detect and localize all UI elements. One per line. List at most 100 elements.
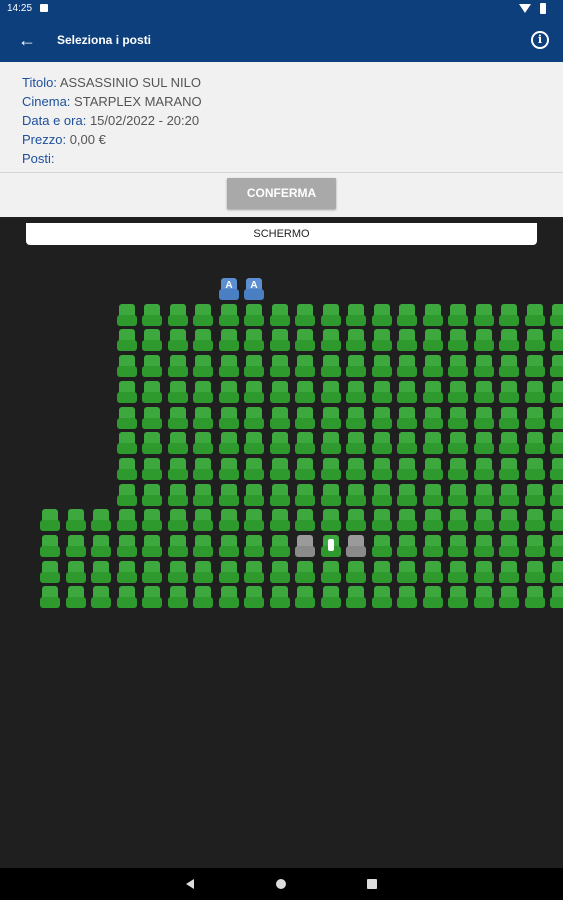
seat-available[interactable] <box>193 381 213 403</box>
seat-available[interactable] <box>448 509 468 531</box>
seat-available[interactable] <box>550 329 563 351</box>
seat-available[interactable] <box>499 432 519 454</box>
seat-available[interactable] <box>295 509 315 531</box>
seat-available[interactable] <box>142 407 162 429</box>
confirm-button[interactable]: CONFERMA <box>227 178 336 209</box>
seat-available[interactable] <box>66 535 86 557</box>
seat-available[interactable] <box>474 509 494 531</box>
seat-available[interactable] <box>423 484 443 506</box>
seat-available[interactable] <box>117 509 137 531</box>
seat-available[interactable] <box>193 458 213 480</box>
seat-available[interactable] <box>117 304 137 326</box>
seat-available[interactable] <box>525 304 545 326</box>
seat-available[interactable] <box>117 407 137 429</box>
seat-available[interactable] <box>295 432 315 454</box>
seat-available[interactable] <box>193 535 213 557</box>
seat-available[interactable] <box>168 355 188 377</box>
seat-available[interactable] <box>448 355 468 377</box>
seat-available[interactable] <box>423 329 443 351</box>
seat-available[interactable] <box>346 381 366 403</box>
seat-available[interactable] <box>295 407 315 429</box>
seat-available[interactable] <box>244 586 264 608</box>
seat-available[interactable] <box>91 509 111 531</box>
seat-available[interactable] <box>397 561 417 583</box>
seat-available[interactable] <box>397 355 417 377</box>
seat-available[interactable] <box>321 432 341 454</box>
seat-available[interactable] <box>372 561 392 583</box>
seat-available[interactable] <box>321 381 341 403</box>
seat-available[interactable] <box>372 458 392 480</box>
seat-available[interactable] <box>550 458 563 480</box>
seat-available[interactable] <box>193 509 213 531</box>
seat-available[interactable] <box>474 458 494 480</box>
seat-available[interactable] <box>372 432 392 454</box>
seat-available[interactable] <box>321 355 341 377</box>
seat-available[interactable] <box>117 329 137 351</box>
seat-available[interactable] <box>219 561 239 583</box>
seat-available[interactable] <box>193 586 213 608</box>
seat-available[interactable] <box>550 304 563 326</box>
seat-available[interactable] <box>270 355 290 377</box>
seat-available[interactable] <box>321 304 341 326</box>
seat-available[interactable] <box>270 329 290 351</box>
seat-available[interactable] <box>66 586 86 608</box>
seat-available[interactable] <box>474 484 494 506</box>
seat-available[interactable] <box>499 458 519 480</box>
seat-available[interactable] <box>397 535 417 557</box>
seat-available[interactable] <box>448 381 468 403</box>
seat-available[interactable] <box>244 407 264 429</box>
seat-available[interactable] <box>525 535 545 557</box>
seat-available[interactable] <box>372 329 392 351</box>
seat-available[interactable] <box>142 484 162 506</box>
seat-available[interactable] <box>499 329 519 351</box>
seat-available[interactable] <box>91 586 111 608</box>
seat-available[interactable] <box>142 304 162 326</box>
seat-available[interactable] <box>91 561 111 583</box>
seat-available[interactable] <box>525 329 545 351</box>
seat-available[interactable] <box>244 458 264 480</box>
seat-available[interactable] <box>372 304 392 326</box>
seat-available[interactable] <box>525 407 545 429</box>
seat-available[interactable] <box>142 381 162 403</box>
seat-available[interactable] <box>372 355 392 377</box>
seat-available[interactable] <box>448 535 468 557</box>
seat-available[interactable] <box>550 509 563 531</box>
seat-available[interactable] <box>142 586 162 608</box>
seat-available[interactable] <box>346 304 366 326</box>
seat-available[interactable] <box>474 535 494 557</box>
seat-available[interactable] <box>270 458 290 480</box>
seat-available[interactable] <box>244 381 264 403</box>
seat-available[interactable] <box>117 561 137 583</box>
seat-available[interactable] <box>423 458 443 480</box>
seat-available[interactable] <box>270 561 290 583</box>
seat-available[interactable] <box>397 586 417 608</box>
seat-available[interactable] <box>321 407 341 429</box>
seat-available[interactable] <box>295 561 315 583</box>
seat-available[interactable] <box>321 509 341 531</box>
seat-available[interactable] <box>423 407 443 429</box>
seat-available[interactable] <box>40 586 60 608</box>
seat-available[interactable] <box>448 458 468 480</box>
seat-available[interactable] <box>550 535 563 557</box>
seat-available[interactable] <box>244 355 264 377</box>
seat-available[interactable] <box>499 561 519 583</box>
seat-available[interactable] <box>270 535 290 557</box>
seat-available[interactable] <box>550 586 563 608</box>
seat-available[interactable] <box>142 561 162 583</box>
seat-available[interactable] <box>397 304 417 326</box>
seat-available[interactable] <box>219 381 239 403</box>
seat-available[interactable] <box>219 509 239 531</box>
seat-occupied[interactable] <box>295 535 315 557</box>
seat-available[interactable] <box>66 561 86 583</box>
seat-available[interactable] <box>499 535 519 557</box>
seat-available[interactable] <box>525 355 545 377</box>
seat-available[interactable] <box>168 432 188 454</box>
seat-available[interactable] <box>244 432 264 454</box>
seat-available[interactable] <box>117 458 137 480</box>
seat-available[interactable] <box>372 509 392 531</box>
seat-available[interactable] <box>168 381 188 403</box>
seat-reserved[interactable]: A <box>244 278 264 300</box>
seat-reserved[interactable]: A <box>219 278 239 300</box>
seat-available[interactable] <box>525 586 545 608</box>
seat-available[interactable] <box>397 381 417 403</box>
